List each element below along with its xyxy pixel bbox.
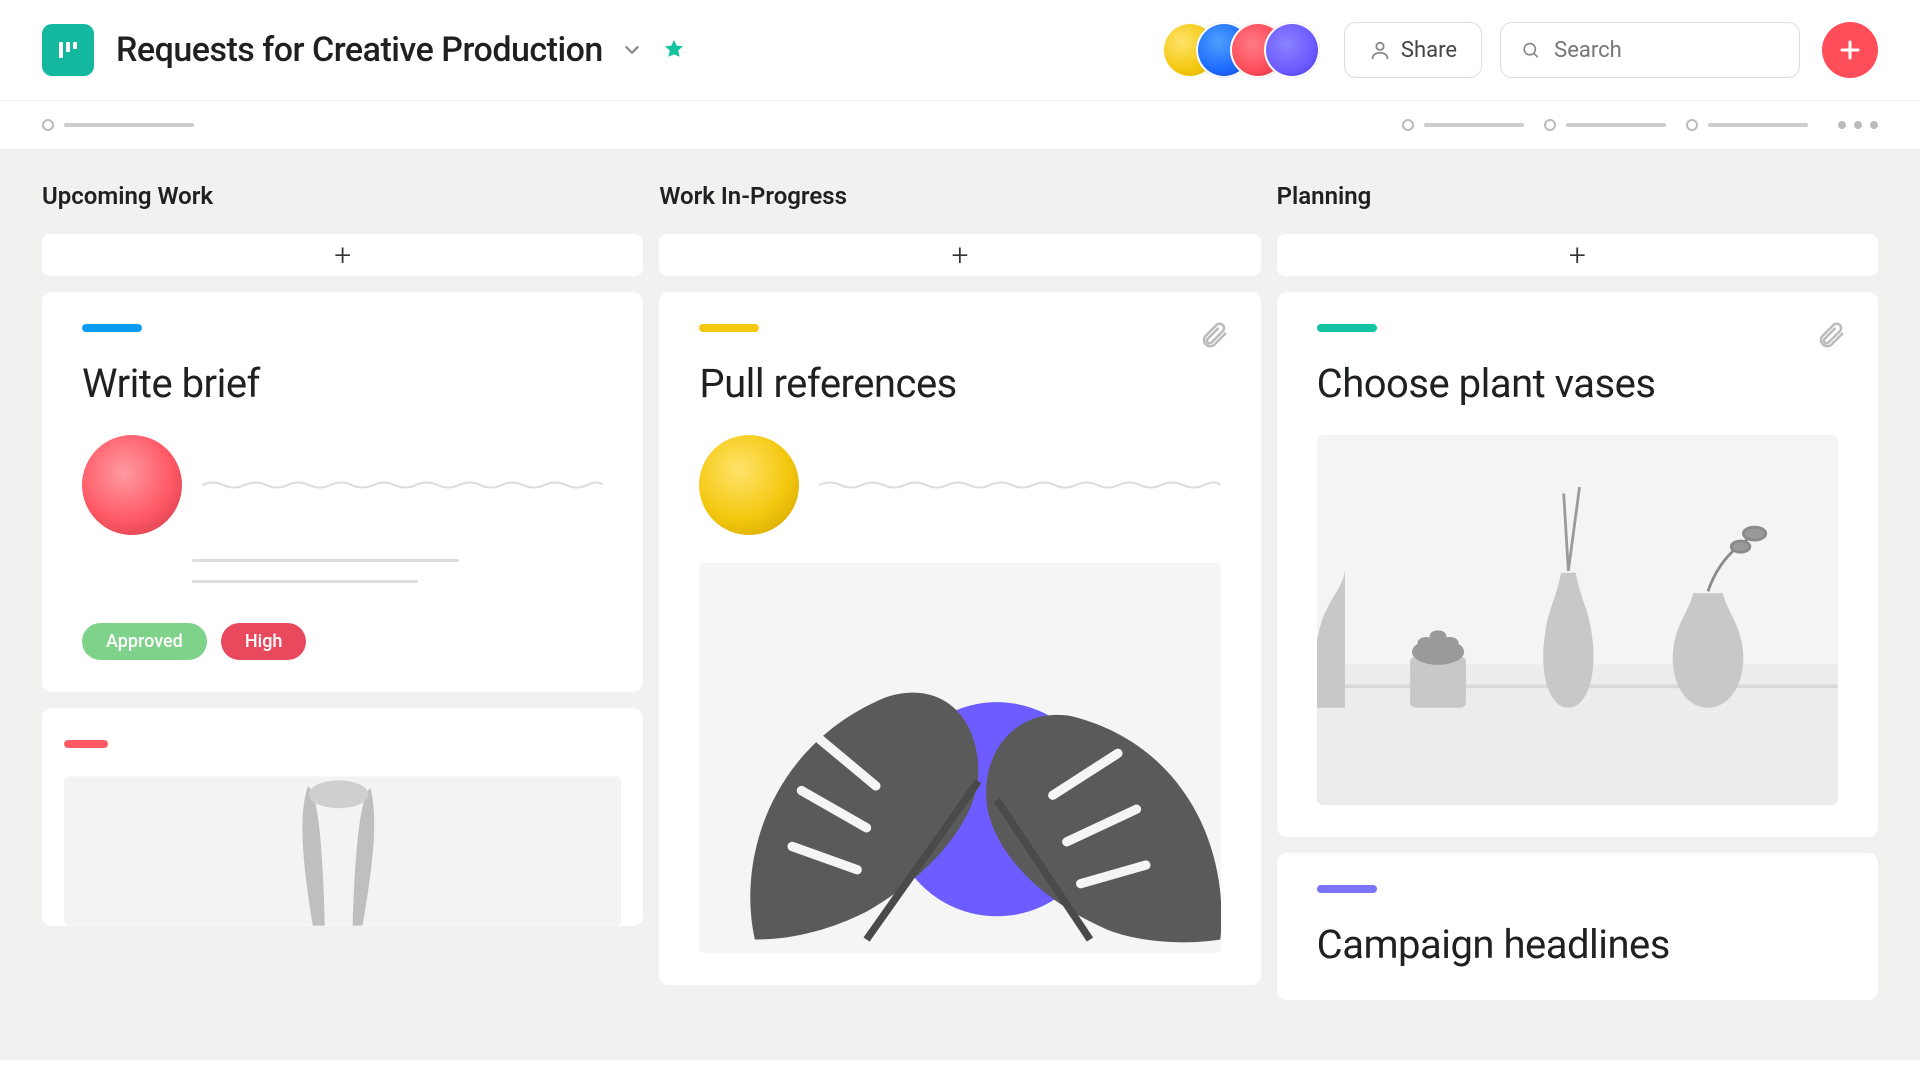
favorite-star-icon[interactable] (663, 38, 687, 62)
column-in-progress: Work In-Progress + Pull references (659, 182, 1260, 1028)
card-thumbnail (699, 563, 1220, 953)
create-button[interactable] (1822, 22, 1878, 78)
divider-wavy (202, 480, 603, 490)
add-card-button[interactable]: + (659, 234, 1260, 276)
scrubber-segment[interactable] (1402, 119, 1524, 131)
scrubber-segment[interactable] (1686, 119, 1808, 131)
column-title: Work In-Progress (659, 182, 1260, 210)
assignee-avatar[interactable] (82, 435, 182, 535)
card-thumbnail (1317, 435, 1838, 805)
status-stripe (699, 324, 759, 332)
tag-approved[interactable]: Approved (82, 623, 207, 660)
search-input[interactable] (1554, 38, 1779, 63)
plus-icon (1838, 38, 1862, 62)
collaborator-avatar[interactable] (1264, 22, 1320, 78)
card-image-only[interactable] (42, 708, 643, 926)
page-title: Requests for Creative Production (116, 30, 603, 70)
share-label: Share (1401, 38, 1457, 63)
column-upcoming: Upcoming Work + Write brief Approved Hig… (42, 182, 643, 1028)
title-dropdown[interactable] (619, 37, 645, 63)
search-box[interactable] (1500, 22, 1800, 78)
card-pull-references[interactable]: Pull references (659, 292, 1260, 985)
assignee-avatar[interactable] (699, 435, 799, 535)
kanban-board: Upcoming Work + Write brief Approved Hig… (0, 150, 1920, 1060)
header-bar: Requests for Creative Production Share (0, 0, 1920, 101)
tag-high[interactable]: High (221, 623, 307, 660)
add-card-button[interactable]: + (42, 234, 643, 276)
timeline-scrubber (0, 101, 1920, 150)
divider-wavy (819, 480, 1220, 490)
status-stripe (1317, 885, 1377, 893)
card-title: Write brief (82, 360, 603, 407)
scrubber-segment[interactable] (42, 119, 194, 131)
search-icon (1521, 39, 1540, 61)
card-title: Choose plant vases (1317, 360, 1838, 407)
column-title: Planning (1277, 182, 1878, 210)
attachment-icon[interactable] (1199, 320, 1231, 352)
status-stripe (82, 324, 142, 332)
card-write-brief[interactable]: Write brief Approved High (42, 292, 643, 692)
add-card-button[interactable]: + (1277, 234, 1878, 276)
card-choose-plant-vases[interactable]: Choose plant vases (1277, 292, 1878, 837)
column-title: Upcoming Work (42, 182, 643, 210)
status-stripe (1317, 324, 1377, 332)
attachment-icon[interactable] (1816, 320, 1848, 352)
app-logo[interactable] (42, 24, 94, 76)
card-campaign-headlines[interactable]: Campaign headlines (1277, 853, 1878, 1000)
card-title: Pull references (699, 360, 1220, 407)
card-thumbnail (64, 776, 621, 926)
collaborator-stack[interactable] (1162, 22, 1320, 78)
more-icon[interactable] (1838, 121, 1878, 129)
column-planning: Planning + Choose plant vases (1277, 182, 1878, 1028)
card-title: Campaign headlines (1317, 921, 1838, 968)
share-button[interactable]: Share (1344, 22, 1482, 78)
placeholder-text (82, 559, 603, 583)
scrubber-segment[interactable] (1544, 119, 1666, 131)
status-stripe (64, 740, 108, 748)
